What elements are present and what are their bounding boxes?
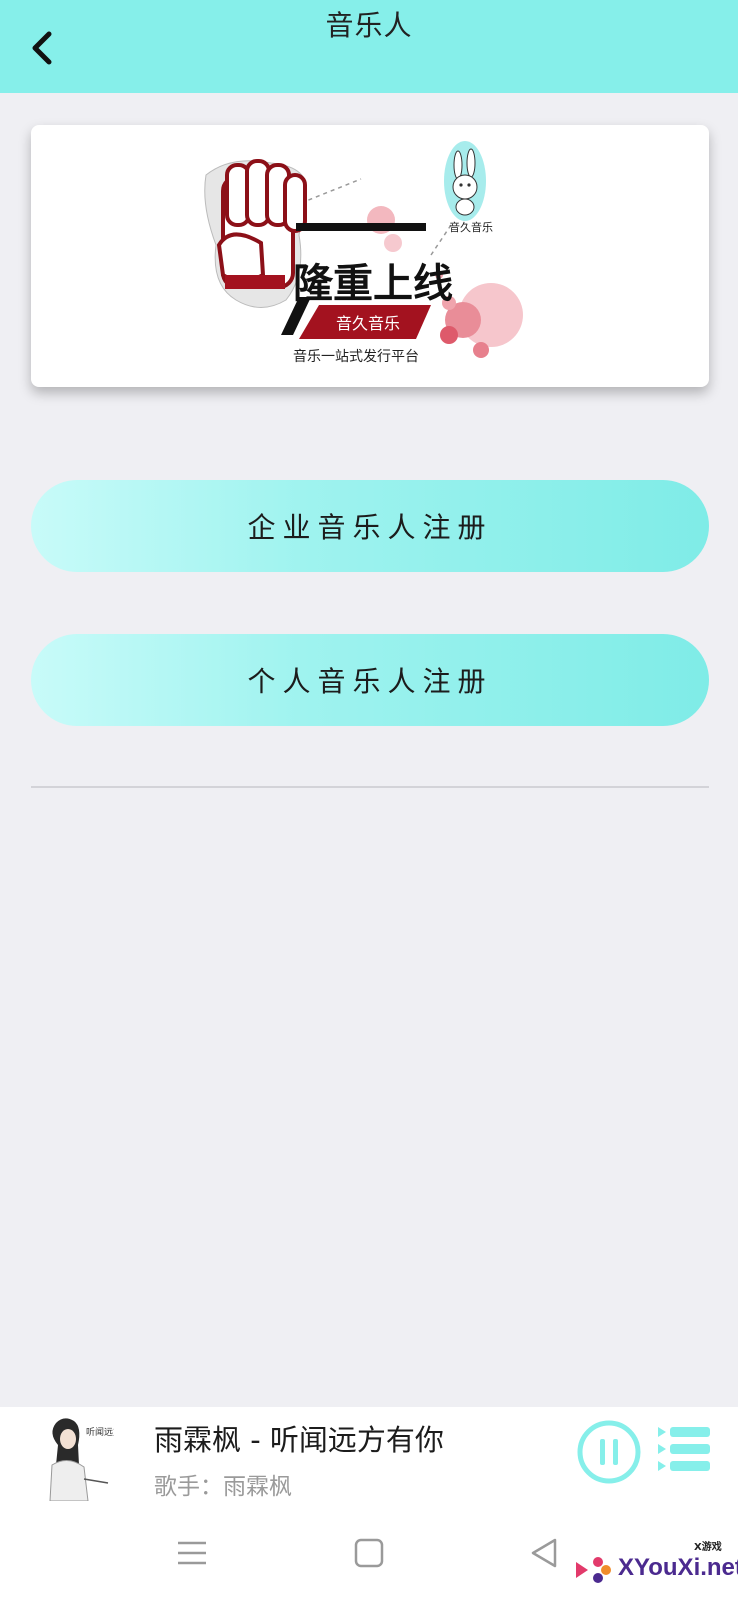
banner-illustration: 隆重上线 音久音乐 音乐一站式发行平台 音久音乐 bbox=[204, 141, 523, 365]
playlist-icon[interactable] bbox=[656, 1419, 712, 1479]
banner-slogan: 音乐一站式发行平台 bbox=[293, 348, 419, 365]
personal-register-button[interactable]: 个人音乐人注册 bbox=[31, 634, 709, 726]
site-watermark: X游戏 XYouXi.net bbox=[566, 1536, 738, 1600]
album-cover[interactable]: 听闻远方 bbox=[34, 1415, 114, 1501]
top-bar: 音乐人 bbox=[0, 0, 738, 93]
banner-brand-tag: 音久音乐 bbox=[336, 314, 400, 333]
watermark-small-text: X游戏 bbox=[694, 1542, 722, 1553]
rabbit-logo bbox=[444, 141, 486, 221]
logo-caption: 音久音乐 bbox=[449, 220, 493, 234]
artist-prefix: 歌手： bbox=[154, 1474, 223, 1500]
gamepad-logo-icon bbox=[570, 1548, 614, 1592]
menu-icon[interactable] bbox=[172, 1533, 212, 1573]
divider bbox=[31, 786, 709, 788]
app-screen: 音乐人 隆重上线 音久音乐 音乐一站式发行平台 音久音乐 企业音乐人注册 个人音… bbox=[0, 0, 738, 1600]
banner-headline: 隆重上线 bbox=[293, 261, 453, 307]
artist-name: 雨霖枫 bbox=[223, 1474, 292, 1500]
back-triangle-icon[interactable] bbox=[525, 1533, 565, 1573]
cover-caption: 听闻远方 bbox=[86, 1426, 114, 1438]
watermark-site: XYouXi.net bbox=[618, 1554, 738, 1581]
song-artist: 歌手：雨霖枫 bbox=[154, 1467, 292, 1501]
pause-circle-icon[interactable] bbox=[576, 1419, 642, 1485]
home-square-icon[interactable] bbox=[349, 1533, 389, 1573]
song-title: 雨霖枫 - 听闻远方有你 bbox=[154, 1423, 444, 1457]
promo-banner[interactable]: 隆重上线 音久音乐 音乐一站式发行平台 音久音乐 bbox=[31, 125, 709, 387]
page-title: 音乐人 bbox=[325, 9, 413, 42]
enterprise-register-button[interactable]: 企业音乐人注册 bbox=[31, 480, 709, 572]
